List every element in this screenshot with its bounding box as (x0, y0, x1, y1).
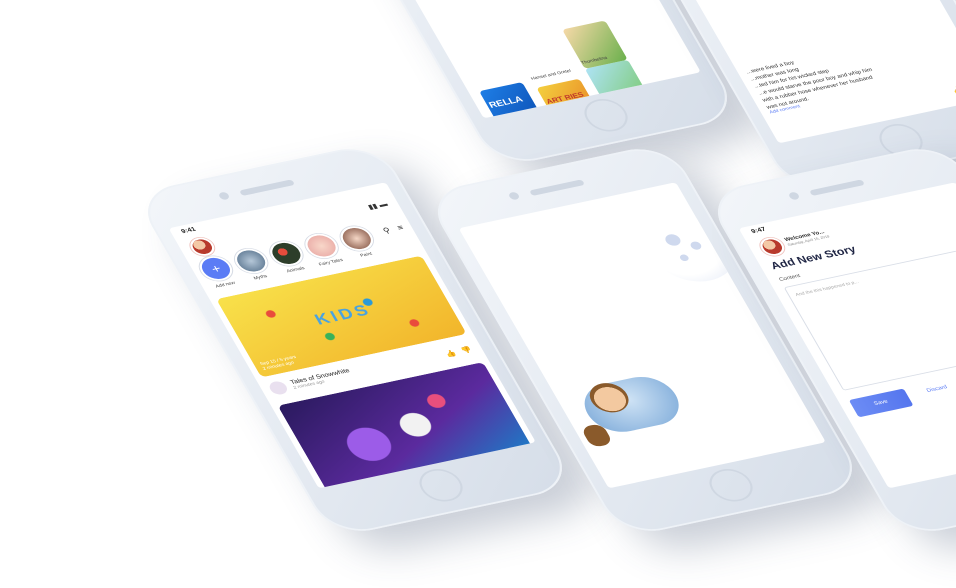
save-button[interactable]: Save (848, 388, 914, 418)
thumbs-up-icon[interactable]: 👍 (444, 349, 458, 358)
content-label: Content (778, 273, 802, 283)
battery-icon: ▬ (377, 199, 390, 209)
filter-icon[interactable]: ≡ (395, 223, 405, 233)
category-label: Animals (285, 265, 306, 275)
star-icon: ★ (510, 266, 523, 277)
moon-crater (662, 233, 683, 247)
avatar[interactable] (756, 235, 789, 258)
phone-story-grid: RELLA ART RIES Hansel and Gretel Thumbel… (298, 0, 742, 169)
cloud-book-logo (594, 320, 656, 352)
home-button (702, 465, 760, 506)
category-label: Add new (214, 280, 237, 290)
tile-title: RELLA (487, 94, 525, 111)
status-time: 9:41 (180, 226, 198, 235)
moon-crater (688, 240, 704, 251)
star-icon: ★ (535, 279, 548, 289)
reaction-buttons: 👍 👎 (444, 346, 473, 358)
story-body: ...were lived a boy ...mother was long .… (745, 32, 945, 112)
tile-label: Hansel and Gretel (530, 68, 573, 82)
speaker (529, 179, 586, 197)
status-time: 9:47 (750, 226, 768, 235)
story-grid-screen: RELLA ART RIES Hansel and Gretel Thumbel… (333, 0, 701, 119)
thumbs-down-icon[interactable]: 👎 (459, 346, 473, 355)
story-tile[interactable]: RELLA (479, 82, 545, 119)
category-image (264, 238, 308, 269)
welcome-text: Welcome Yo... Saturday, April 15, 2019 (784, 229, 830, 247)
camera (507, 191, 521, 201)
card-meta: Sep 15 / 5 years 2 minutes ago (259, 355, 300, 372)
discard-link[interactable]: Discard (926, 385, 949, 394)
mockup-stage: RELLA ART RIES Hansel and Gretel Thumbel… (0, 0, 956, 588)
home-button (412, 465, 470, 506)
add-icon[interactable]: + (194, 253, 238, 284)
toolbar: ⚲ ≡ (381, 223, 405, 236)
category-image (335, 223, 379, 254)
category-label: Myths (252, 273, 269, 282)
category-paint[interactable]: Paint (335, 223, 381, 260)
star-string (488, 221, 517, 270)
reaction-buttons: 👍 👎 (951, 82, 956, 94)
camera (787, 191, 801, 201)
card-word: KIDS (311, 300, 375, 329)
star-string (503, 218, 541, 282)
story-avatar (266, 380, 290, 396)
thumbs-up-icon[interactable]: 👍 (951, 85, 956, 94)
signal-icon: ▮▮ (366, 202, 380, 211)
moon-crater (678, 253, 691, 262)
search-icon[interactable]: ⚲ (381, 226, 392, 236)
tile-title: ART RIES (544, 90, 586, 106)
home-button (577, 95, 635, 136)
status-time: 9:41 (470, 226, 488, 235)
star-string (552, 208, 617, 319)
category-image (229, 246, 273, 276)
avatar[interactable] (186, 235, 219, 258)
category-label: Paint (359, 251, 374, 259)
speaker (809, 179, 866, 197)
content-placeholder: And the this happened to p... (794, 279, 860, 298)
camera (217, 191, 231, 201)
category-image (300, 231, 344, 261)
speaker (239, 179, 296, 197)
category-label: Fairy Tales (317, 257, 345, 268)
status-icons: ▮▮ ▬ (366, 200, 389, 211)
